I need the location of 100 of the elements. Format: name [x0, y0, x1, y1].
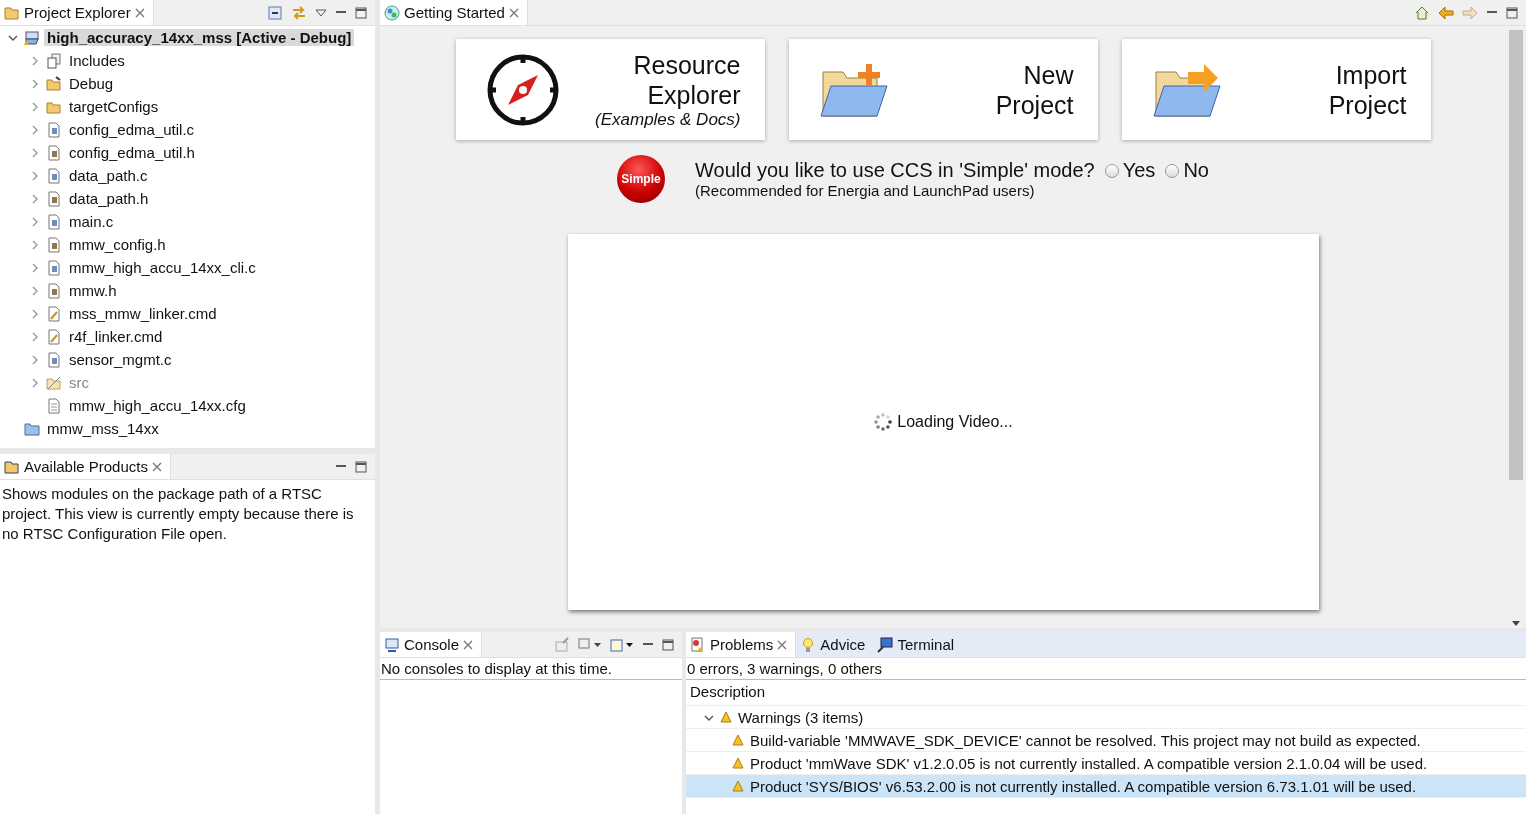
- radio-button[interactable]: [1104, 163, 1119, 178]
- chevron-right-icon[interactable]: [30, 240, 40, 250]
- action-card[interactable]: Import Project: [1121, 39, 1431, 140]
- folder-icon: [46, 75, 62, 92]
- chevron-right-icon[interactable]: [30, 355, 40, 365]
- view-tab[interactable]: Available Products: [0, 454, 171, 479]
- folder-icon: [4, 4, 20, 21]
- chevron-down-icon[interactable]: [8, 33, 18, 43]
- tree-item[interactable]: mmw.h: [66, 282, 120, 299]
- card-title: Import: [1335, 59, 1407, 90]
- card-title: Project: [1328, 89, 1407, 120]
- tree-item[interactable]: mmw_mss_14xx: [44, 420, 162, 437]
- maximize-icon[interactable]: [355, 460, 367, 473]
- c-file-icon: [46, 259, 62, 276]
- tree-item[interactable]: mmw_config.h: [66, 236, 169, 253]
- tree-item[interactable]: r4f_linker.cmd: [66, 328, 166, 345]
- problems-summary: 0 errors, 3 warnings, 0 others: [686, 658, 1526, 680]
- radio-option[interactable]: Yes: [1104, 159, 1156, 182]
- pin-icon[interactable]: [554, 636, 570, 653]
- spinner-icon: [873, 412, 894, 432]
- tree-item[interactable]: Includes: [66, 52, 128, 69]
- tree-item[interactable]: targetConfigs: [66, 98, 162, 115]
- close-icon[interactable]: [463, 639, 474, 650]
- chevron-right-icon[interactable]: [30, 217, 40, 227]
- compass-icon: [485, 52, 560, 127]
- loading-text: Loading Video...: [897, 413, 1013, 431]
- chevron-right-icon[interactable]: [30, 194, 40, 204]
- column-header[interactable]: Description: [690, 683, 766, 700]
- info-message: Shows modules on the package path of a RTSC project. This view is currently empty because there is no RTSC Configuration File open.: [2, 484, 355, 544]
- chevron-right-icon[interactable]: [30, 125, 40, 135]
- view-tab[interactable]: Advice: [796, 632, 874, 657]
- tree-item[interactable]: mmw_high_accu_14xx_cli.c: [66, 259, 259, 276]
- view-menu-icon[interactable]: [315, 6, 327, 19]
- maximize-icon[interactable]: [662, 638, 674, 651]
- problem-text: Build-variable 'MMWAVE_SDK_DEVICE' cannot be resolved. This project may not build as expected.: [750, 731, 1421, 749]
- radio-button[interactable]: [1165, 163, 1180, 178]
- chevron-right-icon[interactable]: [30, 171, 40, 181]
- console-message: No consoles to display at this time.: [380, 658, 682, 680]
- view-tab[interactable]: Project Explorer: [0, 0, 154, 25]
- view-tab[interactable]: Console: [380, 632, 483, 657]
- maximize-icon[interactable]: [1506, 6, 1518, 19]
- card-title: Resource: [633, 49, 741, 80]
- globe-icon: [384, 4, 400, 21]
- warning-group[interactable]: Warnings (3 items): [738, 708, 864, 726]
- chevron-right-icon[interactable]: [30, 56, 40, 66]
- problems-icon: [690, 636, 706, 653]
- chevron-right-icon[interactable]: [30, 332, 40, 342]
- header-file-icon: [46, 282, 62, 299]
- chevron-right-icon[interactable]: [30, 102, 40, 112]
- chevron-right-icon[interactable]: [30, 309, 40, 319]
- warning-icon: [732, 780, 744, 792]
- folder-icon: [46, 374, 62, 391]
- file-icon: [46, 397, 62, 414]
- tree-item[interactable]: mss_mmw_linker.cmd: [66, 305, 220, 322]
- view-tab[interactable]: Terminal: [873, 632, 963, 657]
- folder-icon: [4, 458, 20, 475]
- problem-row[interactable]: Product 'SYS/BIOS' v6.53.2.00 is not currently installed. A compatible version 6.73.1.01 will be used.: [686, 775, 1526, 798]
- new-console-dropdown-icon[interactable]: [610, 636, 634, 653]
- tree-item[interactable]: main.c: [66, 213, 117, 230]
- tree-item[interactable]: mmw_high_accu_14xx.cfg: [66, 397, 249, 414]
- header-file-icon: [46, 236, 62, 253]
- card-title: Explorer: [647, 79, 741, 110]
- tree-item[interactable]: sensor_mgmt.c: [66, 351, 175, 368]
- close-icon[interactable]: [134, 7, 145, 18]
- chevron-right-icon[interactable]: [30, 79, 40, 89]
- mode-hint: (Recommended for Energia and LaunchPad users): [695, 182, 1036, 199]
- project-icon: [24, 29, 40, 46]
- tree-item[interactable]: config_edma_util.h: [66, 144, 198, 161]
- chevron-right-icon[interactable]: [30, 263, 40, 273]
- mode-question: Would you like to use CCS in 'Simple' mode?: [695, 159, 1095, 182]
- c-file-icon: [46, 213, 62, 230]
- tree-item[interactable]: Debug: [66, 75, 117, 92]
- tree-item[interactable]: data_path.h: [66, 190, 152, 207]
- close-icon[interactable]: [508, 7, 519, 18]
- collapse-all-icon[interactable]: [267, 4, 283, 21]
- chevron-right-icon[interactable]: [30, 286, 40, 296]
- c-file-icon: [46, 167, 62, 184]
- linker-file-icon: [46, 305, 62, 322]
- view-tab[interactable]: Getting Started: [380, 0, 528, 25]
- tree-item[interactable]: high_accuracy_14xx_mss [Active - Debug]: [44, 29, 355, 46]
- warning-icon: [732, 734, 744, 746]
- linker-file-icon: [46, 328, 62, 345]
- close-icon[interactable]: [777, 639, 788, 650]
- folder-icon: [24, 420, 40, 437]
- action-card[interactable]: Resource Explorer (Examples & Docs): [455, 39, 765, 140]
- view-tab[interactable]: Problems: [686, 632, 797, 657]
- action-card[interactable]: New Project: [788, 39, 1098, 140]
- close-icon[interactable]: [151, 461, 162, 472]
- chevron-right-icon[interactable]: [30, 148, 40, 158]
- card-title: Project: [995, 89, 1074, 120]
- tree-item[interactable]: config_edma_util.c: [66, 121, 198, 138]
- radio-option[interactable]: No: [1165, 159, 1209, 182]
- home-icon[interactable]: [1414, 4, 1430, 21]
- card-title: New: [1023, 59, 1074, 90]
- back-arrow-icon[interactable]: [1438, 4, 1454, 21]
- terminal-icon: [877, 636, 894, 653]
- link-arrows-icon[interactable]: [291, 4, 307, 21]
- warning-icon: [720, 711, 732, 723]
- maximize-icon[interactable]: [355, 6, 367, 19]
- tree-item[interactable]: data_path.c: [66, 167, 151, 184]
